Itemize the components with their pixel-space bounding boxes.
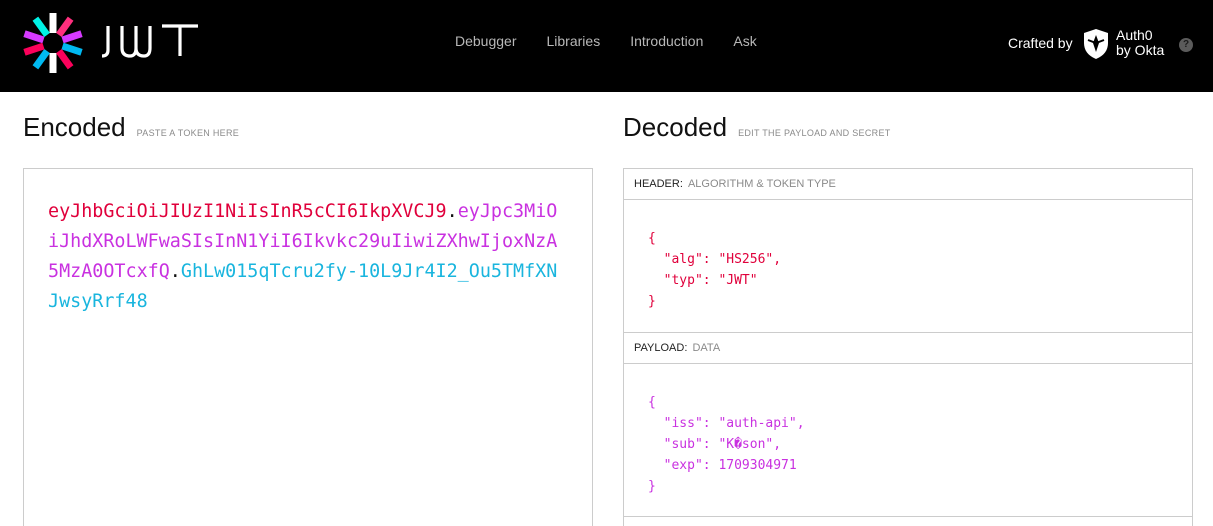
encoded-title: Encoded <box>23 112 126 142</box>
json-line: "sub": "K�son", <box>648 437 782 452</box>
json-line: } <box>648 479 656 494</box>
auth0-by-okta-link[interactable]: Auth0 by Okta <box>1116 28 1164 58</box>
json-line: { <box>648 395 656 410</box>
header-label: HEADER: <box>634 178 683 190</box>
token-dot: . <box>169 261 181 282</box>
nav-introduction[interactable]: Introduction <box>630 33 703 49</box>
token-dot: . <box>446 201 458 222</box>
auth0-label: Auth0 <box>1116 27 1153 43</box>
main-nav: Debugger Libraries Introduction Ask <box>455 33 787 49</box>
help-icon[interactable]: ? <box>1179 38 1193 52</box>
payload-label: PAYLOAD: <box>634 342 688 354</box>
payload-json-editor[interactable]: { "iss": "auth-api", "sub": "K�son", "ex… <box>624 364 1192 517</box>
decoded-hint: EDIT THE PAYLOAD AND SECRET <box>738 128 891 138</box>
header-json-editor[interactable]: { "alg": "HS256", "typ": "JWT" } <box>624 200 1192 333</box>
json-line: } <box>648 294 656 309</box>
json-line: "typ": "JWT" <box>648 273 758 288</box>
json-line: "exp": 1709304971 <box>648 458 797 473</box>
encoded-heading: Encoded PASTE A TOKEN HERE <box>23 112 239 143</box>
json-line: { <box>648 231 656 246</box>
encoded-hint: PASTE A TOKEN HERE <box>136 128 240 138</box>
encoded-token[interactable]: eyJhbGciOiJIUzI1NiIsInR5cCI6IkpXVCJ9.eyJ… <box>48 197 568 317</box>
top-bar: Debugger Libraries Introduction Ask Craf… <box>0 0 1213 92</box>
crafted-by-label: Crafted by <box>1008 35 1073 51</box>
json-line: "iss": "auth-api", <box>648 416 805 431</box>
nav-ask[interactable]: Ask <box>733 33 756 49</box>
decoded-panel: HEADER: ALGORITHM & TOKEN TYPE { "alg": … <box>623 168 1193 526</box>
auth0-shield-icon[interactable] <box>1082 28 1110 60</box>
jwt-wordmark[interactable] <box>100 20 204 62</box>
payload-section-title: PAYLOAD: DATA <box>624 333 1192 364</box>
nav-libraries[interactable]: Libraries <box>547 33 601 49</box>
by-okta-label: by Okta <box>1116 42 1165 58</box>
decoded-title: Decoded <box>623 112 728 142</box>
jwt-logo-icon[interactable] <box>22 12 84 74</box>
json-line: "alg": "HS256", <box>648 252 782 267</box>
decoded-heading: Decoded EDIT THE PAYLOAD AND SECRET <box>623 112 891 143</box>
header-sublabel: ALGORITHM & TOKEN TYPE <box>687 178 836 190</box>
payload-sublabel: DATA <box>692 342 721 354</box>
jwt-wordmark-icon <box>101 24 198 58</box>
encoded-token-editor[interactable]: eyJhbGciOiJIUzI1NiIsInR5cCI6IkpXVCJ9.eyJ… <box>23 168 593 526</box>
token-header-part: eyJhbGciOiJIUzI1NiIsInR5cCI6IkpXVCJ9 <box>48 201 447 222</box>
nav-debugger[interactable]: Debugger <box>455 33 517 49</box>
header-section-title: HEADER: ALGORITHM & TOKEN TYPE <box>624 169 1192 200</box>
